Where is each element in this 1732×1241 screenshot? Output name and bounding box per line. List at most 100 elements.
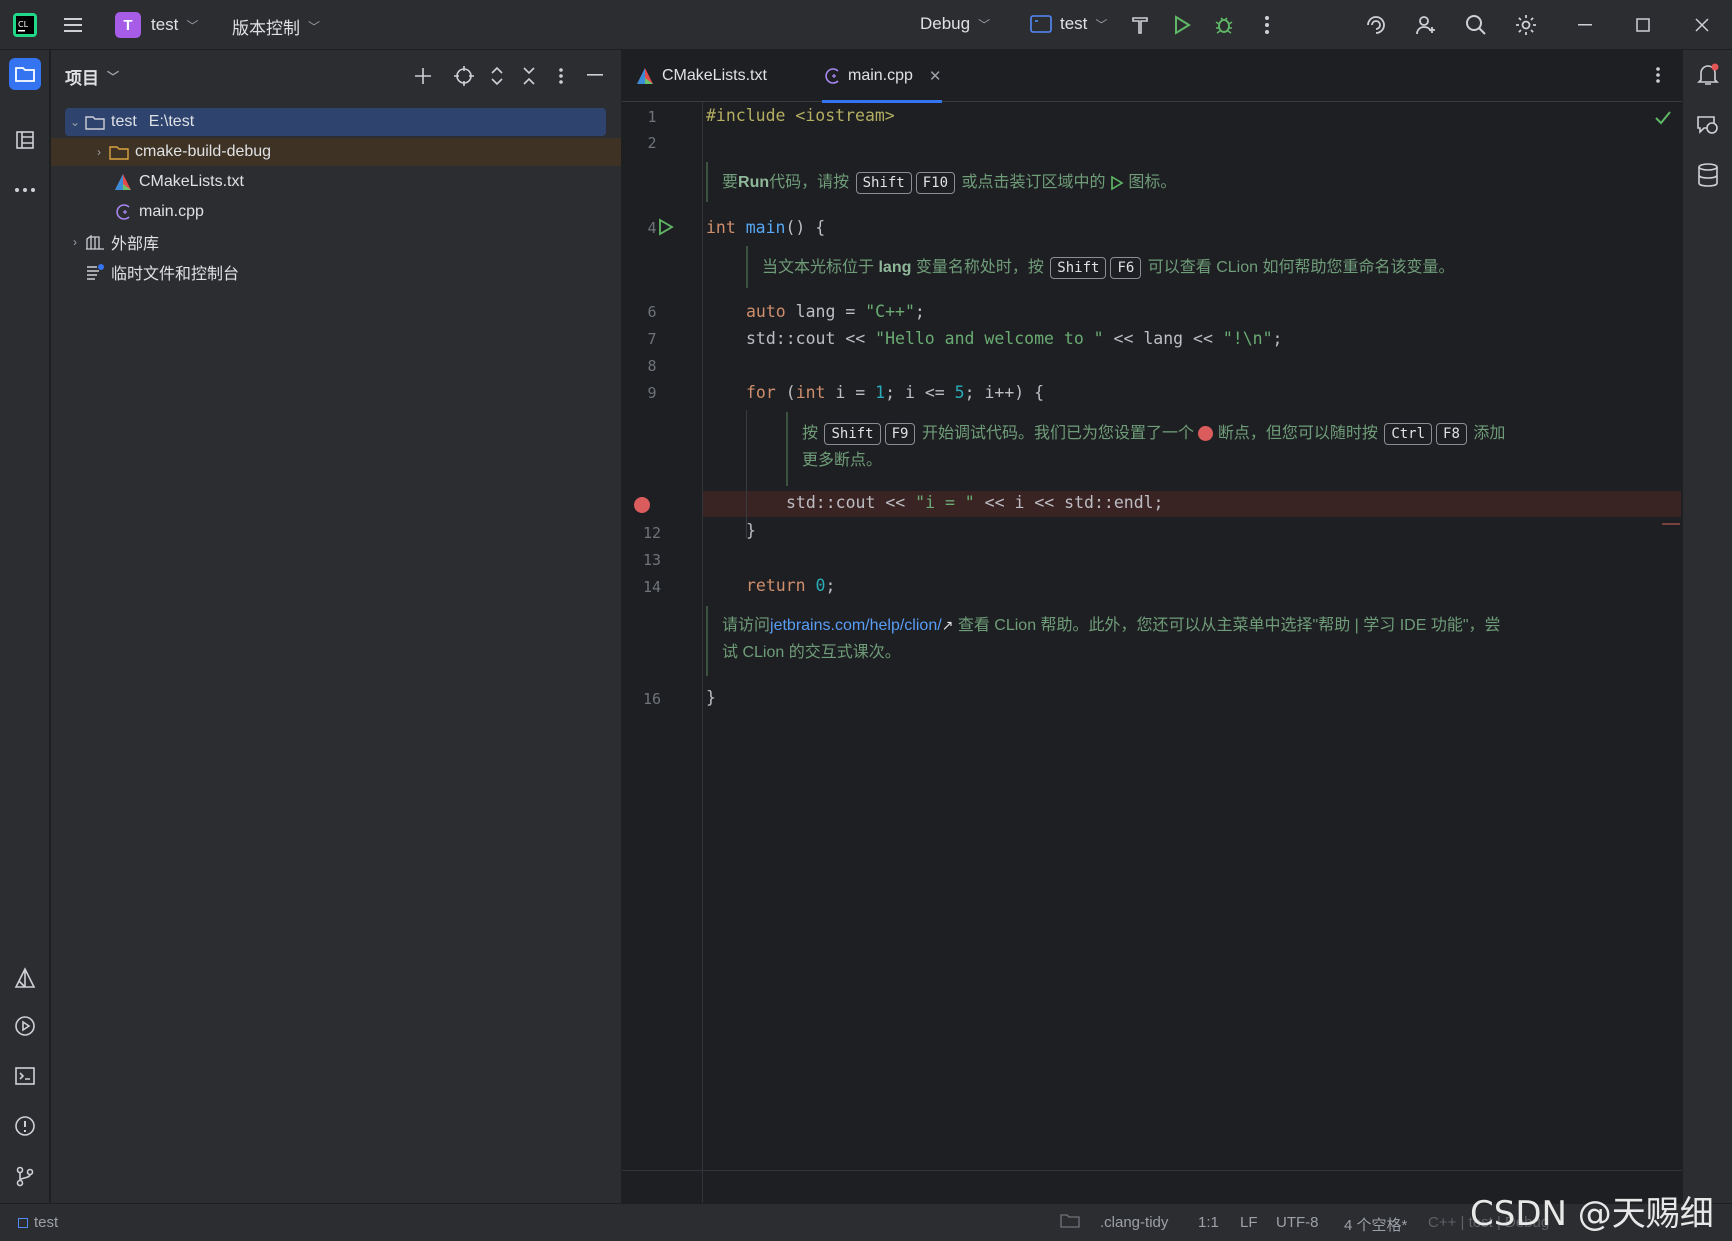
tree-item-label: cmake-build-debug xyxy=(135,143,272,160)
expand-all-icon[interactable] xyxy=(485,64,509,88)
left-tool-strip xyxy=(0,50,50,1203)
code-token: for xyxy=(746,383,776,402)
cmake-icon[interactable] xyxy=(9,962,41,994)
new-file-icon[interactable] xyxy=(411,64,435,88)
line-number[interactable]: 13 xyxy=(632,551,672,569)
code-line-4[interactable]: int main() { xyxy=(706,218,825,237)
external-link-icon: ↗ xyxy=(941,617,954,633)
line-number[interactable]: 12 xyxy=(632,524,672,542)
project-panel-title[interactable]: 项目 xyxy=(65,64,99,89)
ai-chat-icon[interactable] xyxy=(1695,112,1721,143)
collapse-all-icon[interactable] xyxy=(517,64,541,88)
status-encoding[interactable]: UTF-8 xyxy=(1276,1214,1319,1231)
library-icon xyxy=(85,233,105,251)
status-caret-position[interactable]: 1:1 xyxy=(1198,1214,1219,1231)
kbd-f6: F6 xyxy=(1110,257,1142,279)
chevron-down-icon[interactable]: ⌄ xyxy=(65,115,85,129)
kbd-ctrl: Ctrl xyxy=(1384,423,1433,445)
more-horizontal-icon[interactable] xyxy=(9,174,41,206)
line-number[interactable]: 7 xyxy=(632,330,672,348)
settings-gear-icon[interactable] xyxy=(1513,12,1539,38)
cpp-file-icon xyxy=(825,68,839,84)
more-vertical-icon[interactable] xyxy=(1254,12,1280,38)
code-line-11[interactable]: std::cout << "i = " << i << std::endl; xyxy=(786,493,1164,512)
structure-icon[interactable] xyxy=(9,124,41,156)
tab-label: CMakeLists.txt xyxy=(662,67,767,84)
minimize-button[interactable] xyxy=(1570,10,1600,40)
run-config-selector[interactable]: Debug ﹀ xyxy=(920,14,990,34)
status-project[interactable]: test xyxy=(18,1214,58,1231)
close-window-button[interactable] xyxy=(1687,10,1717,40)
tree-item-cmakelists[interactable]: CMakeLists.txt xyxy=(113,168,667,196)
code-line-16[interactable]: } xyxy=(706,688,716,707)
indent-guide xyxy=(746,410,747,538)
terminal-icon[interactable] xyxy=(9,1060,41,1092)
project-folder-icon[interactable] xyxy=(9,58,41,90)
chevron-down-icon[interactable]: ﹀ xyxy=(107,68,119,85)
more-vertical-icon[interactable] xyxy=(1655,66,1661,89)
problems-icon[interactable] xyxy=(9,1110,41,1142)
status-linter[interactable]: .clang-tidy xyxy=(1100,1214,1168,1231)
code-line-14[interactable]: return 0; xyxy=(746,576,835,595)
status-indent[interactable]: 4 个空格* xyxy=(1344,1214,1407,1235)
tree-item-cmake-build-debug[interactable]: › cmake-build-debug xyxy=(51,138,621,166)
services-icon[interactable] xyxy=(9,1010,41,1042)
target-selector[interactable]: test ﹀ xyxy=(1030,14,1107,34)
code-line-12[interactable]: } xyxy=(746,521,756,540)
hint-text: 按 xyxy=(802,425,819,442)
tree-item-root[interactable]: ⌄ test E:\test xyxy=(65,108,606,136)
hide-panel-icon[interactable] xyxy=(583,64,607,88)
code-token: "!\n" xyxy=(1222,329,1273,348)
clion-logo[interactable]: CL xyxy=(12,12,38,38)
add-user-icon[interactable] xyxy=(1413,12,1439,38)
code-token: 5 xyxy=(954,383,965,402)
chevron-right-icon[interactable]: › xyxy=(65,235,85,249)
code-line-6[interactable]: auto lang = "C++"; xyxy=(746,302,925,321)
line-number[interactable]: 9 xyxy=(632,384,672,402)
tab-cmakelists[interactable]: CMakeLists.txt xyxy=(636,50,767,102)
ai-assistant-icon[interactable] xyxy=(1363,12,1389,38)
tab-main-cpp[interactable]: main.cpp ✕ xyxy=(822,50,942,103)
build-hammer-icon[interactable] xyxy=(1127,12,1153,38)
run-icon[interactable] xyxy=(1169,12,1195,38)
code-line-9[interactable]: for (int i = 1; i <= 5; i++) { xyxy=(746,383,1044,402)
target-icon xyxy=(1030,15,1052,33)
locate-crosshair-icon[interactable] xyxy=(452,64,476,88)
scratch-icon xyxy=(85,263,105,281)
line-number[interactable]: 8 xyxy=(632,357,672,375)
maximize-button[interactable] xyxy=(1628,10,1658,40)
inline-hint-run: 要Run代码，请按 Shift F10 或点击装订区域中的 图标。 xyxy=(706,162,1606,202)
close-icon[interactable]: ✕ xyxy=(929,67,942,85)
run-gutter-icon[interactable] xyxy=(658,218,674,241)
code-token: i = xyxy=(825,383,876,402)
code-line-7[interactable]: std::cout << "Hello and welcome to " << … xyxy=(746,329,1282,348)
line-number[interactable]: 14 xyxy=(632,578,672,596)
help-link[interactable]: jetbrains.com/help/clion/ xyxy=(770,617,942,634)
line-number[interactable]: 2 xyxy=(632,134,672,152)
line-number[interactable]: 1 xyxy=(632,108,672,126)
tree-item-external-libraries[interactable]: › 外部库 xyxy=(65,228,619,256)
status-line-separator[interactable]: LF xyxy=(1240,1214,1258,1231)
folder-icon[interactable] xyxy=(1060,1213,1080,1233)
search-icon[interactable] xyxy=(1463,12,1489,38)
tree-item-scratches[interactable]: 临时文件和控制台 xyxy=(85,258,639,286)
line-number[interactable]: 6 xyxy=(632,303,672,321)
code-line-1[interactable]: #include <iostream> xyxy=(706,106,895,125)
debug-bug-icon[interactable] xyxy=(1211,12,1237,38)
line-number[interactable]: 16 xyxy=(632,690,672,708)
more-vertical-icon[interactable] xyxy=(549,64,573,88)
notifications-bell-icon[interactable] xyxy=(1695,62,1721,93)
git-branch-icon[interactable] xyxy=(9,1160,41,1192)
kbd-shift: Shift xyxy=(855,172,912,194)
vcs-menu[interactable]: 版本控制 ﹀ xyxy=(232,14,320,39)
hint-text: 要 xyxy=(722,174,739,191)
code-token: << i << std::endl; xyxy=(974,493,1164,512)
main-menu-icon[interactable] xyxy=(60,12,86,38)
code-token: "Hello and welcome to " xyxy=(875,329,1104,348)
tree-item-main-cpp[interactable]: main.cpp xyxy=(113,198,667,226)
no-problems-check-icon xyxy=(1654,110,1672,131)
breakpoint-icon[interactable] xyxy=(634,497,650,513)
chevron-right-icon[interactable]: › xyxy=(89,145,109,159)
database-icon[interactable] xyxy=(1696,162,1720,193)
project-switcher[interactable]: T test ﹀ xyxy=(115,12,198,38)
